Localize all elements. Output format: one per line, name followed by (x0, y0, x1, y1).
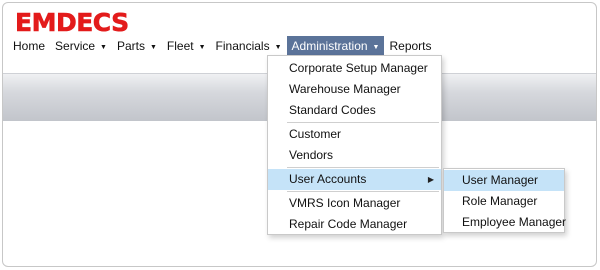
menu-item-corporate-setup-manager[interactable]: Corporate Setup Manager (268, 58, 441, 79)
chevron-down-icon: ▼ (149, 43, 157, 51)
menu-financials[interactable]: Financials ▼ (211, 36, 287, 56)
menu-item-vendors[interactable]: Vendors (268, 145, 441, 166)
submenu-item-employee-manager[interactable]: Employee Manager (444, 212, 566, 233)
menu-reports-label: Reports (389, 39, 432, 53)
menu-item-user-accounts-label: User Accounts (289, 172, 367, 186)
submenu-item-user-manager[interactable]: User Manager (444, 170, 564, 191)
menu-item-standard-codes[interactable]: Standard Codes (268, 100, 441, 121)
menu-home[interactable]: Home (8, 36, 50, 56)
chevron-down-icon: ▼ (100, 43, 107, 51)
menu-parts[interactable]: Parts ▼ (112, 36, 162, 56)
menu-reports[interactable]: Reports (384, 36, 436, 56)
main-menubar: Home Service ▼ Parts ▼ Fleet ▼ Financials ▼ … (8, 35, 437, 57)
menu-financials-label: Financials (215, 39, 270, 53)
chevron-down-icon: ▼ (198, 43, 206, 51)
menu-divider (287, 122, 439, 123)
menu-fleet[interactable]: Fleet ▼ (162, 36, 211, 56)
menu-item-vmrs-icon-manager[interactable]: VMRS Icon Manager (268, 193, 441, 214)
menu-home-label: Home (13, 39, 46, 53)
submenu-item-role-manager[interactable]: Role Manager (444, 191, 564, 212)
menu-item-user-accounts[interactable]: User Accounts ▶ (268, 169, 441, 190)
administration-dropdown: Corporate Setup Manager Warehouse Manage… (267, 55, 442, 235)
menu-administration[interactable]: Administration ▼ (286, 36, 385, 56)
menu-parts-label: Parts (116, 39, 145, 53)
menu-service-label: Service (55, 39, 96, 53)
user-accounts-submenu: User Manager Role Manager Employee Manag… (443, 168, 566, 233)
menu-fleet-label: Fleet (166, 39, 194, 53)
menu-service[interactable]: Service ▼ (50, 36, 112, 56)
chevron-down-icon: ▼ (274, 43, 282, 51)
chevron-right-icon: ▶ (427, 175, 434, 184)
chevron-down-icon: ▼ (372, 43, 380, 51)
menu-item-warehouse-manager[interactable]: Warehouse Manager (268, 79, 441, 100)
menu-divider (287, 191, 439, 192)
menu-administration-label: Administration (291, 39, 368, 53)
menu-divider (287, 167, 439, 168)
emdecs-logo[interactable]: EMDECS (15, 8, 130, 37)
menu-item-repair-code-manager[interactable]: Repair Code Manager (268, 214, 441, 235)
menu-item-customer[interactable]: Customer (268, 124, 441, 145)
